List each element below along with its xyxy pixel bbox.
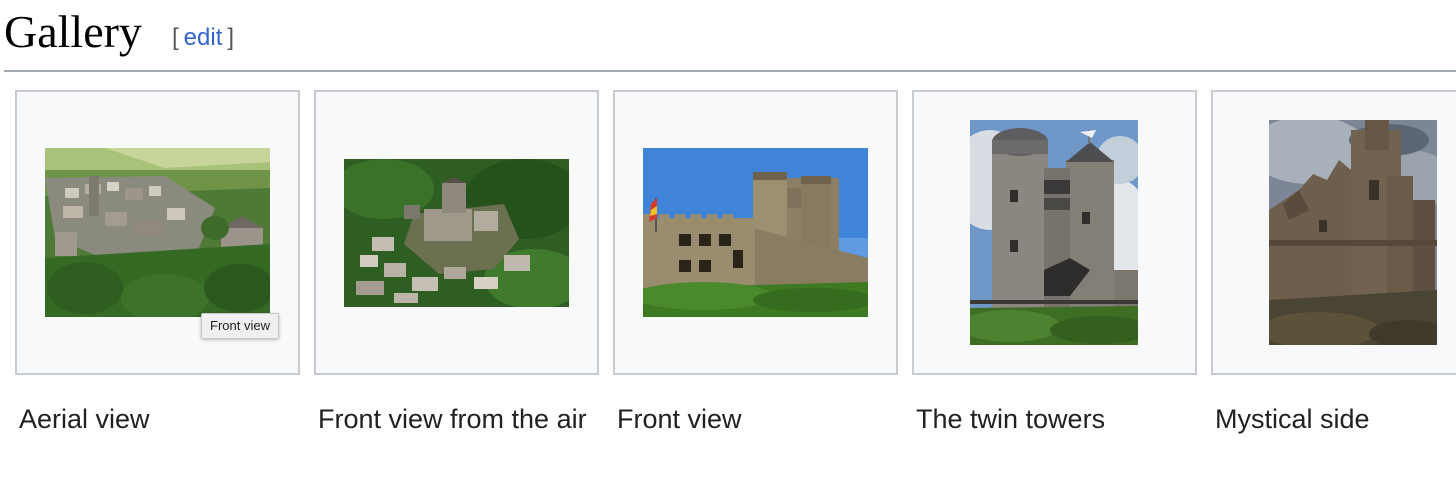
front-view-photo [643,148,868,317]
gallery-caption: Front view [617,404,742,434]
thumbnail-link[interactable] [1211,90,1456,375]
thumbnail-link[interactable] [613,90,898,375]
gallery-caption: Aerial view [19,404,150,434]
image-tooltip: Front view [201,313,279,339]
edit-bracket-open: [ [172,24,179,51]
gallery-item: The twin towers [912,90,1197,488]
gallery-item: Mystical side [1211,90,1456,488]
gallery: Aerial view Front view from the air Fron… [15,90,1456,488]
twin-towers-photo [970,120,1138,345]
gallery-item: Front view [613,90,898,488]
gallery-item: Front view from the air [314,90,599,488]
page-title: Gallery [4,6,142,57]
aerial-view-photo [45,148,270,317]
gallery-caption: Front view from the air [318,404,587,434]
mystical-side-photo [1269,120,1437,345]
thumbnail-link[interactable] [912,90,1197,375]
section-heading: Gallery [edit] [4,0,1456,72]
gallery-item: Aerial view [15,90,300,488]
edit-section: [edit] [172,22,234,54]
front-view-from-air-photo [344,159,569,307]
edit-link[interactable]: edit [184,24,223,51]
gallery-caption: The twin towers [916,404,1106,434]
thumbnail-link[interactable] [314,90,599,375]
edit-bracket-close: ] [227,24,235,51]
gallery-caption: Mystical side [1215,404,1370,434]
